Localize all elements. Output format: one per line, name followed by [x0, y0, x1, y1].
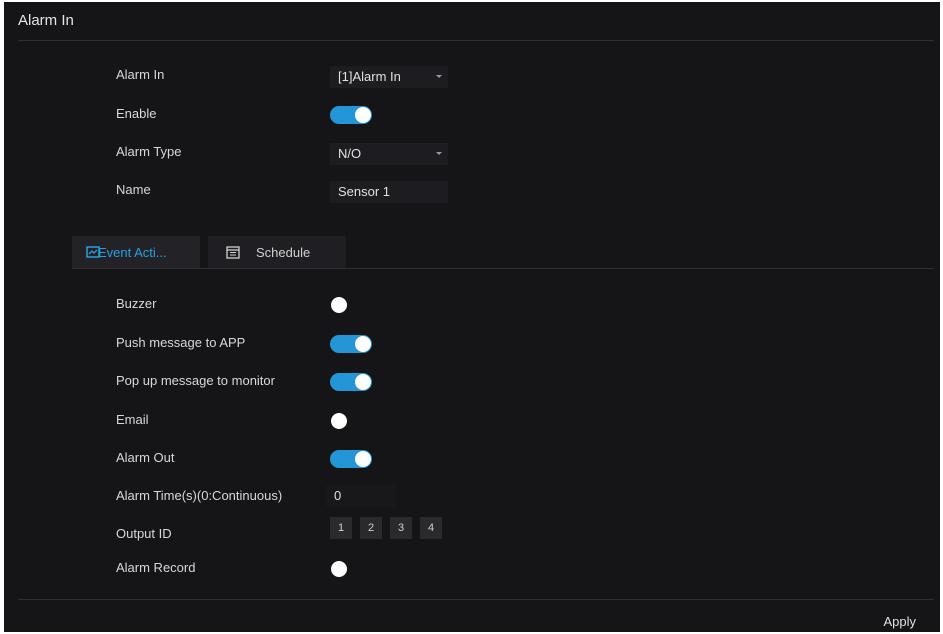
toggle-knob	[331, 413, 347, 429]
alarm-out-label: Alarm Out	[116, 450, 175, 465]
toggle-knob	[355, 374, 371, 390]
tab-event-action-label: Event Acti...	[98, 245, 167, 260]
tab-event-action[interactable]: Event Acti...	[72, 236, 200, 269]
alarm-record-toggle[interactable]	[330, 560, 348, 578]
tab-schedule[interactable]: Schedule	[208, 236, 346, 269]
toggle-knob	[355, 451, 371, 467]
alarm-type-select[interactable]: N/O	[330, 143, 448, 165]
email-label: Email	[116, 412, 149, 427]
alarm-in-label: Alarm In	[116, 67, 165, 82]
alarm-type-label: Alarm Type	[116, 144, 182, 159]
output-id-label: Output ID	[116, 526, 172, 541]
buzzer-toggle[interactable]	[330, 296, 348, 314]
toggle-knob	[331, 297, 347, 313]
popup-monitor-label: Pop up message to monitor	[116, 373, 275, 388]
toggle-knob	[331, 561, 347, 577]
chevron-down-icon	[436, 152, 442, 155]
alarm-record-label: Alarm Record	[116, 560, 196, 575]
alarm-time-label: Alarm Time(s)(0:Continuous)	[116, 488, 283, 503]
alarm-in-select[interactable]: [1]Alarm In	[330, 66, 448, 88]
output-id-option[interactable]: 4	[420, 517, 442, 539]
title-divider	[18, 40, 934, 41]
calendar-icon	[226, 246, 240, 259]
page-title: Alarm In	[18, 12, 74, 29]
tab-schedule-label: Schedule	[256, 245, 311, 260]
apply-button[interactable]: Apply	[883, 614, 916, 629]
output-id-option[interactable]: 1	[330, 517, 352, 539]
alarm-time-value: 0	[334, 488, 342, 503]
enable-toggle[interactable]	[330, 106, 372, 124]
alarm-in-value: [1]Alarm In	[338, 69, 401, 84]
name-value: Sensor 1	[338, 184, 391, 199]
push-app-toggle[interactable]	[330, 335, 372, 353]
alarm-time-field[interactable]: 0	[326, 485, 396, 507]
name-label: Name	[116, 182, 151, 197]
chevron-down-icon	[436, 75, 442, 78]
popup-monitor-toggle[interactable]	[330, 373, 372, 391]
push-app-label: Push message to APP	[116, 335, 246, 350]
alarm-in-panel: Alarm In Alarm In [1]Alarm In Enable Ala…	[4, 2, 940, 632]
alarm-type-value: N/O	[338, 146, 362, 161]
toggle-knob	[355, 336, 371, 352]
tabs-divider	[72, 268, 934, 269]
alarm-out-toggle[interactable]	[330, 450, 372, 468]
output-id-option[interactable]: 2	[360, 517, 382, 539]
output-id-option[interactable]: 3	[390, 517, 412, 539]
buzzer-label: Buzzer	[116, 296, 157, 311]
email-toggle[interactable]	[330, 412, 348, 430]
enable-label: Enable	[116, 106, 157, 121]
toggle-knob	[355, 107, 371, 123]
name-field[interactable]: Sensor 1	[330, 181, 448, 203]
footer-divider	[18, 599, 934, 600]
